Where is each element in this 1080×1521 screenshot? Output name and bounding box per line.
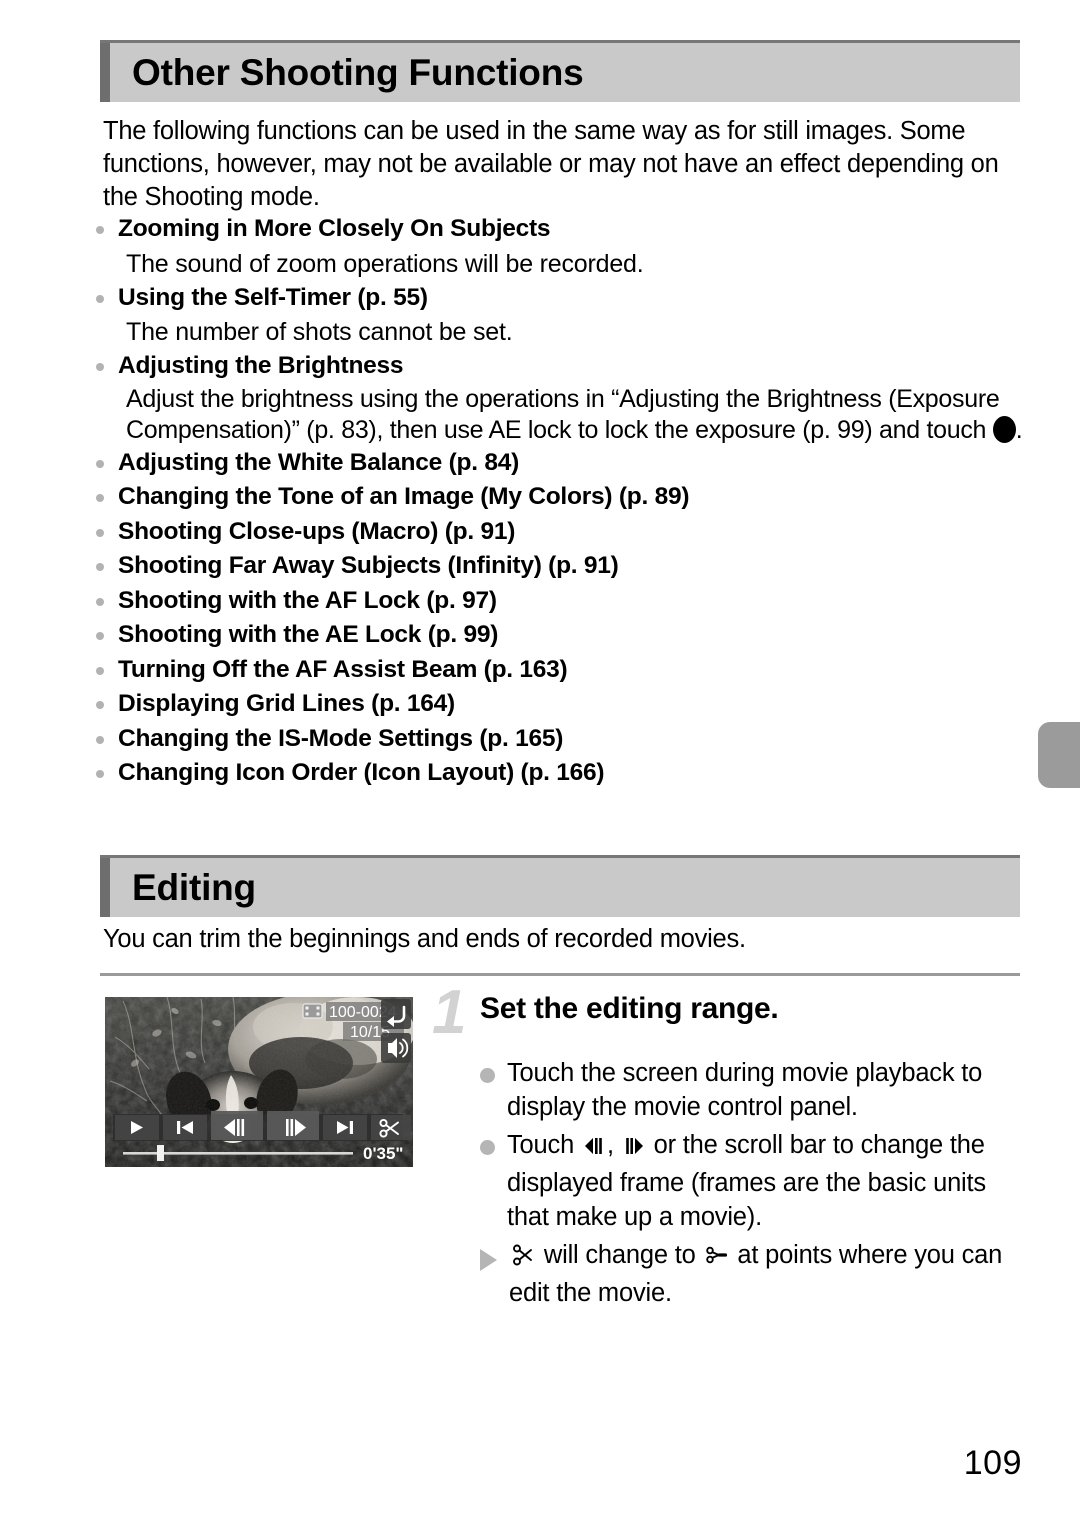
list-item-detail: Adjust the brightness using the operatio… bbox=[96, 384, 1026, 446]
touch-ellipse-icon bbox=[992, 415, 1016, 443]
step-title-row: 1 Set the editing range. bbox=[432, 982, 1022, 1044]
list-item: Zooming in More Closely On Subjects bbox=[96, 212, 1026, 247]
header-edge-bar bbox=[100, 858, 110, 917]
movie-icon bbox=[302, 1003, 323, 1019]
back-button bbox=[381, 999, 411, 1029]
bullet-icon bbox=[96, 632, 104, 640]
icon-separator: , bbox=[606, 1131, 614, 1159]
touch-trailing-text: or the scroll bar to change the displaye… bbox=[507, 1131, 986, 1231]
scissors-cut-icon bbox=[705, 1242, 729, 1276]
list-item-heading: Shooting with the AF Lock (p. 97) bbox=[118, 586, 497, 614]
section-header-editing: Editing bbox=[100, 855, 1020, 917]
list-item-heading: Turning Off the AF Assist Beam (p. 163) bbox=[118, 655, 568, 683]
step-bullet-text: Touch the screen during movie playback t… bbox=[507, 1059, 983, 1121]
list-item-heading: Changing Icon Order (Icon Layout) (p. 16… bbox=[118, 759, 605, 786]
bullet-icon bbox=[96, 563, 104, 571]
step-body: Touch the screen during movie playback t… bbox=[432, 1042, 1022, 1310]
divider bbox=[100, 973, 1020, 976]
list-item-heading: Changing the IS-Mode Settings (p. 165) bbox=[118, 724, 564, 752]
bullet-icon bbox=[96, 226, 104, 234]
lcd-elapsed-time: 0'35" bbox=[363, 1144, 403, 1163]
page-number: 109 bbox=[963, 1444, 1022, 1482]
list-item: Changing the IS-Mode Settings (p. 165) bbox=[96, 722, 1026, 757]
list-item: Turning Off the AF Assist Beam (p. 163) bbox=[96, 653, 1026, 688]
function-list: Zooming in More Closely On Subjects The … bbox=[96, 212, 1026, 791]
frame-forward-icon bbox=[623, 1132, 645, 1166]
list-item: Shooting Close-ups (Macro) (p. 91) bbox=[96, 515, 1026, 550]
scroll-bar-thumb bbox=[157, 1145, 164, 1161]
bullet-icon bbox=[96, 666, 104, 675]
manual-page: Other Shooting Functions The following f… bbox=[0, 0, 1080, 1521]
step-bullet-icon bbox=[480, 1140, 495, 1155]
list-item: Shooting with the AF Lock (p. 97) bbox=[96, 584, 1026, 619]
list-item: Changing the Tone of an Image (My Colors… bbox=[96, 480, 1026, 515]
step-bullet-text: will change to at points where you can e… bbox=[509, 1238, 1021, 1310]
step-number: 1 bbox=[432, 978, 467, 1047]
section-header-shooting: Other Shooting Functions bbox=[100, 40, 1020, 102]
camera-screen-svg: 100-0024 10/15 0'35" bbox=[105, 997, 413, 1167]
list-item-heading: Changing the Tone of an Image (My Colors… bbox=[118, 483, 690, 510]
step-bullet-icon bbox=[480, 1068, 495, 1083]
frame-back-icon bbox=[583, 1132, 605, 1166]
touch-label: Touch bbox=[507, 1131, 575, 1159]
list-item: Displaying Grid Lines (p. 164) bbox=[96, 687, 1026, 722]
step-bullet: Touch the screen during movie playback t… bbox=[480, 1056, 1022, 1124]
list-item-detail: The sound of zoom operations will be rec… bbox=[126, 249, 644, 278]
list-item-heading: Shooting with the AE Lock (p. 99) bbox=[118, 621, 499, 648]
list-item-heading: Displaying Grid Lines (p. 164) bbox=[118, 690, 455, 717]
bullet-icon bbox=[96, 701, 104, 709]
list-item-heading: Shooting Close-ups (Macro) (p. 91) bbox=[118, 517, 516, 545]
step-title: Set the editing range. bbox=[480, 992, 779, 1025]
step-bullet: will change to at points where you can e… bbox=[480, 1238, 1022, 1310]
camera-screen-figure: 100-0024 10/15 0'35" bbox=[105, 997, 413, 1167]
list-item-heading: Using the Self-Timer (p. 55) bbox=[118, 283, 428, 311]
intro-paragraph-shooting: The following functions can be used in t… bbox=[103, 117, 999, 211]
section-title-editing: Editing bbox=[132, 867, 256, 908]
list-item-heading: Adjusting the White Balance (p. 84) bbox=[118, 448, 519, 476]
list-item-heading: Shooting Far Away Subjects (Infinity) (p… bbox=[118, 552, 619, 579]
bullet-icon bbox=[96, 459, 104, 468]
list-item-heading: Zooming in More Closely On Subjects bbox=[118, 215, 551, 242]
list-item: Shooting Far Away Subjects (Infinity) (p… bbox=[96, 549, 1026, 584]
step-bullet: Touch , or the scroll bar to change the … bbox=[480, 1128, 1022, 1234]
scissors-open-icon bbox=[511, 1242, 535, 1276]
step-1: 1 Set the editing range. Touch the scree… bbox=[432, 982, 1022, 1314]
bullet-icon bbox=[96, 294, 104, 303]
list-item-heading: Adjusting the Brightness bbox=[118, 352, 404, 379]
bullet-icon bbox=[96, 597, 104, 606]
bullet-icon bbox=[96, 770, 104, 778]
intro-paragraph-editing: You can trim the beginnings and ends of … bbox=[103, 925, 746, 953]
step-bullet-text: Touch , or the scroll bar to change the … bbox=[507, 1128, 1019, 1234]
brightness-detail-text: Adjust the brightness using the operatio… bbox=[126, 384, 1000, 444]
list-item: Using the Self-Timer (p. 55) bbox=[96, 281, 1026, 316]
chapter-index-tab bbox=[1038, 722, 1080, 788]
list-item: Adjusting the White Balance (p. 84) bbox=[96, 446, 1026, 481]
brightness-detail-period: . bbox=[1015, 415, 1023, 444]
list-item-detail: The number of shots cannot be set. bbox=[126, 318, 513, 346]
list-item: Shooting with the AE Lock (p. 99) bbox=[96, 618, 1026, 653]
bullet-icon bbox=[96, 494, 104, 502]
step-triangle-icon bbox=[480, 1249, 497, 1271]
bullet-icon bbox=[96, 528, 104, 537]
bullet-icon bbox=[96, 363, 104, 371]
bullet-icon bbox=[96, 735, 104, 744]
scissors-change-text: will change to bbox=[543, 1241, 696, 1269]
header-edge-bar bbox=[100, 43, 110, 102]
page-title: Other Shooting Functions bbox=[132, 52, 584, 93]
list-item: Changing Icon Order (Icon Layout) (p. 16… bbox=[96, 756, 1026, 791]
list-item: Adjusting the Brightness bbox=[96, 349, 1026, 384]
